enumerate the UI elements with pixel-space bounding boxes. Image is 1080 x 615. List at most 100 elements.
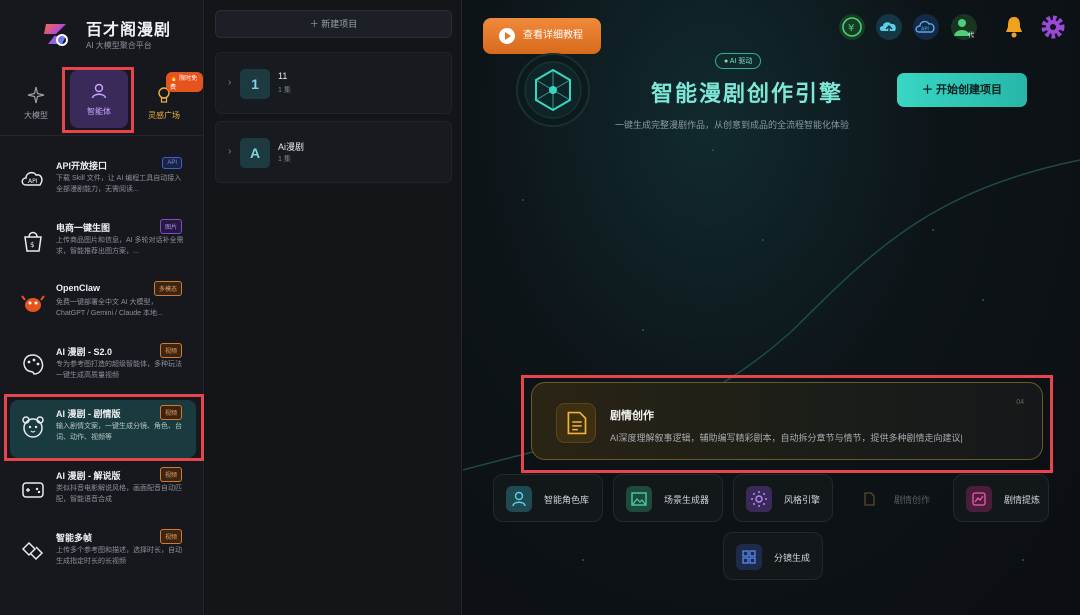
agent-badge: 视频 — [159, 467, 182, 482]
api-cloud-icon[interactable]: API — [911, 12, 941, 42]
image-icon — [626, 486, 652, 512]
project-avatar: 1 — [240, 69, 270, 99]
agent-badge: 图片 — [159, 219, 182, 234]
tool-label: 分镜生成 — [774, 553, 811, 563]
settings-gear-icon[interactable] — [1038, 12, 1068, 42]
feature-number: 04 — [1016, 399, 1024, 406]
api-cloud-icon: API — [21, 171, 43, 186]
brand-title: 百才阁漫剧 — [86, 22, 172, 39]
shopping-bag-icon: $ — [24, 231, 42, 252]
hero-title: 智能漫剧创作引擎 — [651, 81, 844, 106]
svg-text:¥: ¥ — [848, 23, 854, 34]
plus-icon: ＋ — [921, 84, 937, 96]
left-sidebar: 百才阁漫剧 AI 大模型聚合平台 大模型 智能体 灵感广场 🔥 限时免费 API… — [0, 0, 204, 615]
chevron-right-icon[interactable]: › — [228, 77, 231, 88]
project-episode-count: 1 集 — [278, 156, 291, 163]
project-name: Ai漫剧 — [278, 142, 305, 152]
tool-character-library[interactable]: 智能角色库 — [493, 474, 603, 522]
brand-logo-icon — [44, 24, 68, 46]
crab-icon — [21, 295, 45, 312]
diamond-frames-icon — [21, 541, 44, 561]
project-item[interactable]: › A Ai漫剧 1 集 — [215, 121, 452, 183]
svg-text:API: API — [921, 27, 929, 33]
tab-inspiration-label: 灵感广场 — [148, 111, 180, 120]
tab-agents[interactable]: 智能体 — [70, 70, 128, 128]
document-icon — [864, 492, 875, 506]
tutorial-label: 查看详细教程 — [523, 30, 583, 41]
agent-name: API开放接口 — [56, 161, 108, 171]
tool-scene-generator[interactable]: 场景生成器 — [613, 474, 723, 522]
agent-desc: 类似抖音电影解说风格，画面配音自动匹配，智能语音合成 — [56, 485, 182, 503]
svg-text:$: $ — [30, 241, 34, 249]
brand: 百才阁漫剧 AI 大模型聚合平台 — [0, 0, 204, 62]
tool-style-engine[interactable]: 风格引擎 — [733, 474, 833, 522]
agent-desc: 输入剧情文案，一键生成分镜、角色、台词、动作、视频等 — [56, 423, 182, 441]
agent-desc: 免费一键部署全中文 AI 大模型，ChatGPT / Gemini / Clau… — [56, 299, 163, 317]
main-workspace: 查看详细教程 ¥ API 代 ● AI 驱动 智能漫剧创作引擎 一键生成完整漫剧… — [463, 0, 1080, 615]
feature-card-plot[interactable]: 剧情创作 AI深度理解叙事逻辑，辅助编写精彩剧本，自动拆分章节与情节，提供多种剧… — [531, 382, 1043, 460]
yuan-icon[interactable]: ¥ — [837, 12, 867, 42]
agent-plot[interactable]: AI 漫剧 - 剧情版 视频 输入剧情文案，一键生成分镜、角色、台词、动作、视频… — [10, 400, 196, 458]
agent-name: 智能多帧 — [56, 533, 93, 543]
tab-agents-label: 智能体 — [87, 107, 111, 116]
tool-label: 剧情提炼 — [1004, 495, 1041, 505]
tool-plot-refine[interactable]: 剧情提炼 — [953, 474, 1049, 522]
cloud-upload-icon[interactable] — [874, 12, 904, 42]
agent-openclaw[interactable]: OpenClaw 多模态 免费一键部署全中文 AI 大模型，ChatGPT / … — [10, 276, 196, 334]
project-name: 11 — [278, 71, 288, 81]
agent-desc: 专为参考图打造的超级智能体，多种玩法一键生成高质量视频 — [56, 361, 182, 379]
play-icon — [499, 28, 515, 44]
agent-badge: 多模态 — [153, 281, 182, 296]
svg-text:API: API — [28, 178, 38, 185]
agent-multiframe[interactable]: 智能多帧 视频 上传多个参考图和描述，选择时长，自动生成指定时长的长视频 — [10, 524, 196, 582]
plus-icon: ＋ — [309, 19, 322, 29]
start-project-button[interactable]: ＋ 开始创建项目 — [897, 73, 1027, 107]
hero-subtitle: 一键生成完整漫剧作品，从创意到成品的全流程智能化体验 — [615, 120, 850, 130]
start-project-label: 开始创建项目 — [936, 84, 1003, 96]
project-item[interactable]: › 1 11 1 集 — [215, 52, 452, 114]
tool-label: 剧情创作 — [894, 495, 931, 505]
bell-icon[interactable] — [999, 12, 1029, 42]
tutorial-button[interactable]: 查看详细教程 — [483, 18, 601, 54]
engine-logo-icon — [516, 53, 590, 127]
document-icon — [556, 403, 596, 443]
asterisk-icon — [746, 486, 772, 512]
new-project-button[interactable]: ＋ 新建项目 — [215, 10, 452, 38]
ai-driven-tag: ● AI 驱动 — [715, 53, 762, 69]
agent-ecommerce[interactable]: $ 电商一键生图 图片 上传商品图片和信息，AI 多轮对话补全需求，智能推荐出图… — [10, 214, 196, 272]
agent-desc: 上传多个参考图和描述，选择时长，自动生成指定时长的长视频 — [56, 547, 182, 565]
agent-badge: 视频 — [159, 405, 182, 420]
tab-models[interactable]: 大模型 — [8, 74, 64, 130]
svg-text:代: 代 — [968, 31, 974, 39]
agent-badge: API — [162, 157, 182, 169]
agent-api[interactable]: API API开放接口 API 下载 Skill 文件，让 AI 编程工具自动接… — [10, 152, 196, 210]
tool-plot-writing[interactable]: 剧情创作 — [843, 474, 943, 522]
agent-name: AI 漫剧 - 解说版 — [56, 471, 121, 481]
hot-badge: 🔥 限时免费 — [166, 72, 203, 92]
project-episode-count: 1 集 — [278, 87, 291, 94]
feature-title: 剧情创作 — [610, 410, 654, 422]
app-root: 百才阁漫剧 AI 大模型聚合平台 大模型 智能体 灵感广场 🔥 限时免费 API… — [0, 0, 1080, 615]
user-icon — [91, 83, 107, 99]
tool-storyboard[interactable]: 分镜生成 — [723, 532, 823, 580]
agent-s2[interactable]: AI 漫剧 - S2.0 视频 专为参考图打造的超级智能体，多种玩法一键生成高质… — [10, 338, 196, 396]
project-list-panel: ＋ 新建项目 › 1 11 1 集 › A Ai漫剧 1 集 — [205, 0, 462, 615]
project-avatar: A — [240, 138, 270, 168]
agent-narration[interactable]: AI 漫剧 - 解说版 视频 类似抖音电影解说风格，画面配音自动匹配，智能语音合… — [10, 462, 196, 520]
agent-name: AI 漫剧 - 剧情版 — [56, 409, 121, 419]
chart-icon — [966, 486, 992, 512]
person-icon — [506, 486, 532, 512]
agent-name: OpenClaw — [56, 283, 101, 293]
agent-desc: 下载 Skill 文件，让 AI 编程工具自动接入全部漫剧能力，无需阅读... — [56, 175, 182, 193]
ai-tag-label: AI 驱动 — [729, 58, 753, 65]
agent-user-icon[interactable]: 代 — [949, 12, 979, 42]
grid-icon — [736, 544, 762, 570]
chevron-right-icon[interactable]: › — [228, 146, 231, 157]
brand-subtitle: AI 大模型聚合平台 — [86, 41, 152, 50]
gamepad-icon — [22, 482, 44, 498]
tool-label: 风格引擎 — [784, 495, 821, 505]
agent-name: 电商一键生图 — [56, 223, 111, 233]
agent-badge: 视频 — [159, 529, 182, 544]
palette-icon — [23, 354, 44, 375]
sparkle-icon — [27, 86, 45, 104]
